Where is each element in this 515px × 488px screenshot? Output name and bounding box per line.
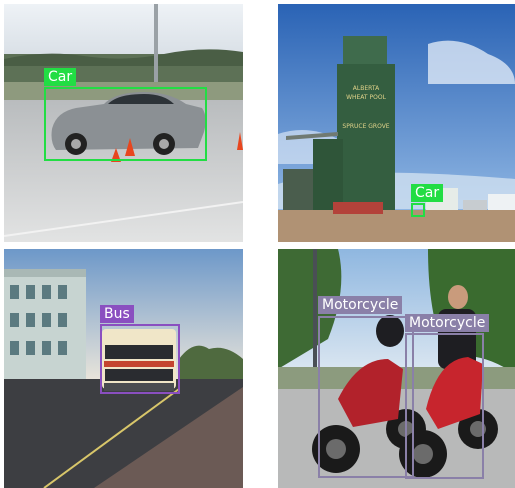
car-bounding-box	[411, 203, 425, 217]
image-panel-motorcycles: Motorcycle Motorcycle	[278, 249, 515, 488]
elevator-sign-line-3: SPRUCE GROVE	[342, 123, 389, 130]
motorcycle-label-left: Motorcycle	[318, 296, 403, 314]
image-panel-car-track: Car	[4, 4, 243, 242]
motorcycle-bounding-box-right	[405, 333, 484, 479]
elevator-sign-line-2: WHEAT POOL	[346, 94, 387, 101]
car-label: Car	[44, 68, 77, 86]
motorcycle-bounding-box-left	[318, 316, 414, 478]
bus-label: Bus	[100, 305, 134, 323]
motorcycle-label-right: Motorcycle	[405, 314, 490, 332]
image-panel-city-street: Bus	[4, 249, 243, 488]
elevator-sign-line-1: ALBERTA	[353, 85, 380, 92]
grain-elevator-photo: ALBERTA WHEAT POOL SPRUCE GROVE	[278, 4, 515, 242]
car-bounding-box	[44, 87, 207, 161]
bus-bounding-box	[100, 324, 180, 394]
car-label: Car	[411, 184, 444, 202]
image-panel-grain-elevator: ALBERTA WHEAT POOL SPRUCE GROVE Car	[278, 4, 515, 242]
